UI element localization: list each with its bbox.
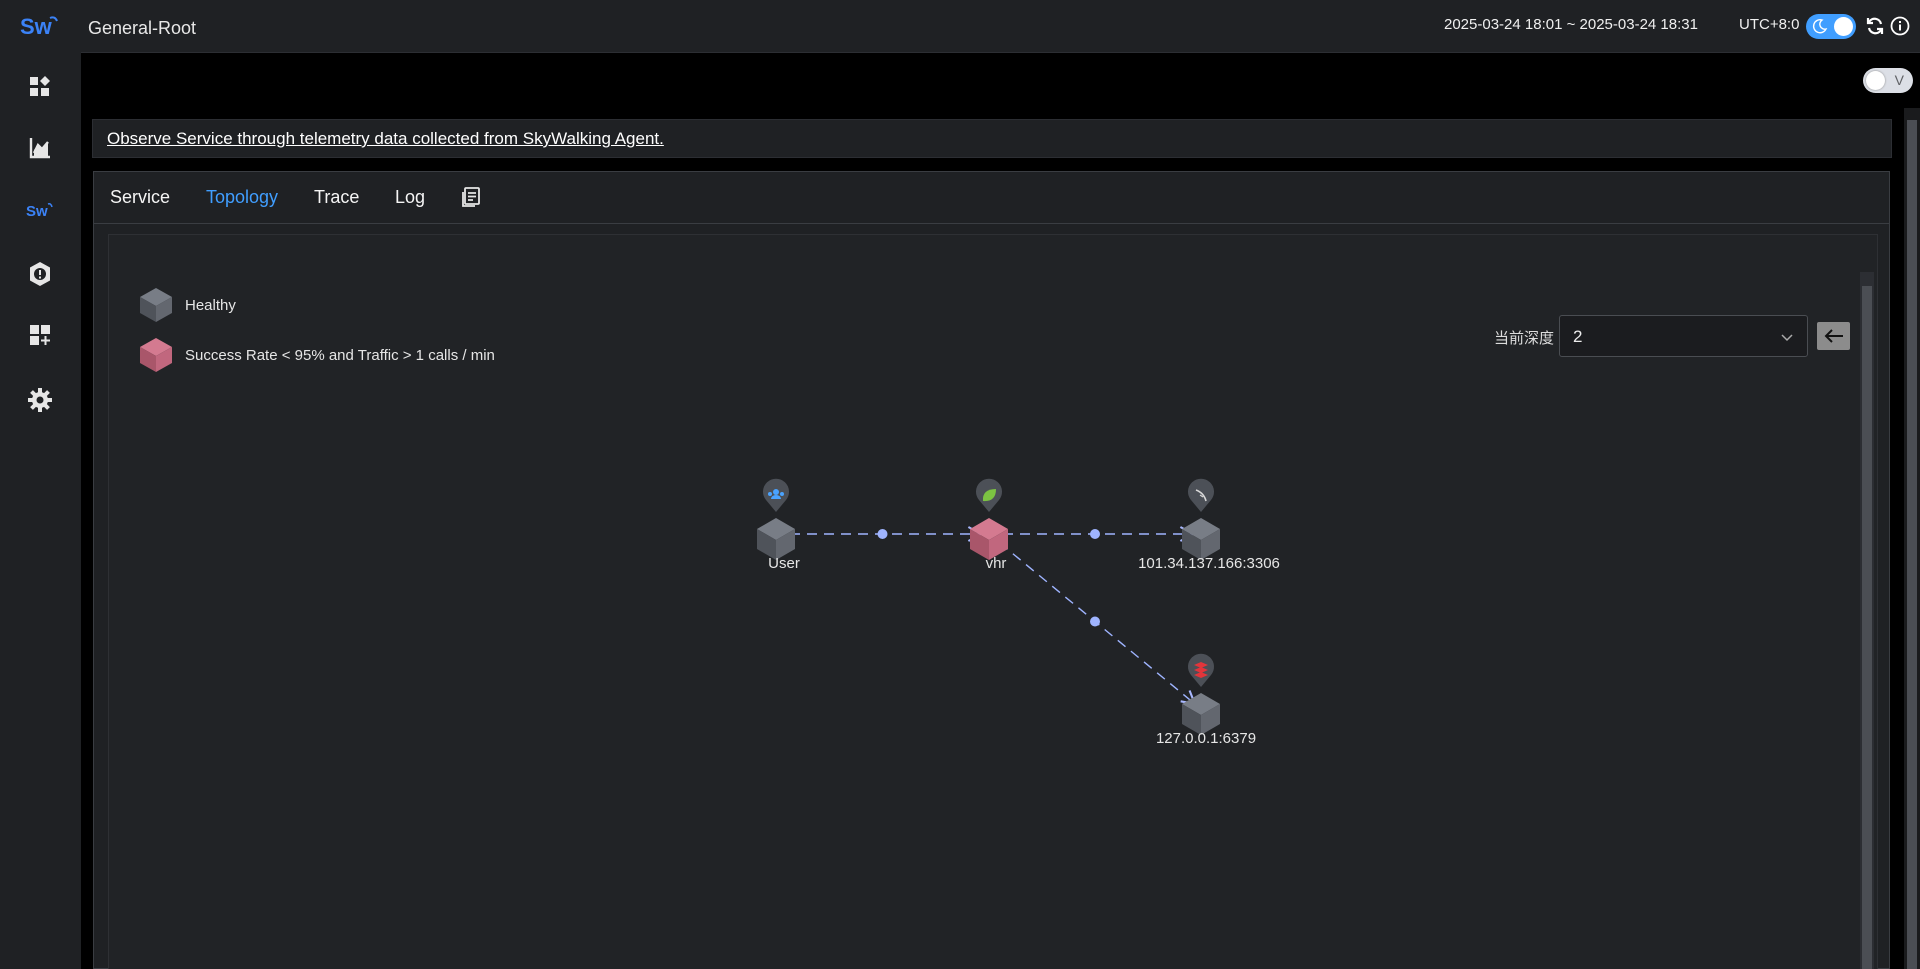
edge-midpoint-vhr-redis[interactable]: [1090, 616, 1100, 627]
sidebar-dashboard-icon[interactable]: [25, 72, 55, 102]
page-title: General-Root: [88, 18, 197, 38]
svg-text:Sw: Sw: [20, 14, 53, 39]
skywalking-logo[interactable]: Sw: [20, 12, 60, 42]
sidebar: Sw Sw: [0, 0, 81, 969]
mysql-dolphin-icon: [1188, 478, 1214, 512]
redis-icon: [1188, 653, 1214, 687]
page-scrollbar[interactable]: [1904, 108, 1920, 969]
top-header: General-Root 2025-03-24 18:01 ~ 2025-03-…: [81, 0, 1920, 53]
tab-bar: Service Topology Trace Log: [94, 172, 1889, 224]
main-panel: Service Topology Trace Log Healthy Succe…: [93, 171, 1890, 969]
topology-scrollbar-thumb[interactable]: [1862, 286, 1872, 969]
topology-canvas[interactable]: Healthy Success Rate < 95% and Traffic >…: [108, 234, 1878, 969]
tab-service[interactable]: Service: [110, 187, 170, 208]
theme-toggle[interactable]: [1806, 14, 1856, 39]
description-banner: Observe Service through telemetry data c…: [92, 119, 1892, 158]
v-toggle-label: V: [1894, 72, 1904, 88]
theme-toggle-knob: [1834, 17, 1853, 36]
sidebar-settings-icon[interactable]: [25, 385, 55, 415]
description-link[interactable]: Observe Service through telemetry data c…: [107, 129, 664, 149]
v-toggle[interactable]: V: [1863, 68, 1913, 93]
sidebar-alert-icon[interactable]: [25, 259, 55, 289]
tab-log[interactable]: Log: [395, 187, 425, 208]
sidebar-add-widget-icon[interactable]: [25, 320, 55, 350]
node-label-redis: 127.0.0.1:6379: [1156, 730, 1256, 747]
topology-scrollbar[interactable]: [1860, 272, 1874, 969]
info-icon[interactable]: [1890, 16, 1910, 41]
node-label-user: User: [768, 555, 800, 572]
edge-midpoint-vhr-mysql[interactable]: [1090, 529, 1100, 539]
node-user[interactable]: User: [757, 478, 800, 572]
sidebar-skywalking-icon[interactable]: Sw: [25, 196, 55, 226]
topology-graph: User vhr 101.34.137.166:3306 127.0.0.1:6379: [757, 478, 1280, 747]
user-icon: [763, 478, 789, 512]
edge-midpoint-user-vhr[interactable]: [877, 529, 888, 539]
moon-icon: [1812, 19, 1828, 34]
node-label-vhr: vhr: [986, 555, 1007, 572]
svg-text:Sw: Sw: [26, 203, 48, 220]
node-vhr[interactable]: vhr: [970, 478, 1008, 572]
copy-document-icon[interactable]: [460, 186, 482, 213]
node-mysql[interactable]: 101.34.137.166:3306: [1138, 478, 1280, 572]
tab-topology[interactable]: Topology: [206, 187, 278, 208]
timezone-label[interactable]: UTC+8:0: [1739, 16, 1799, 33]
toolbar: V: [81, 54, 1920, 108]
refresh-icon[interactable]: [1865, 16, 1885, 41]
node-redis[interactable]: 127.0.0.1:6379: [1156, 653, 1256, 747]
page-scrollbar-thumb[interactable]: [1907, 120, 1917, 969]
time-range-picker[interactable]: 2025-03-24 18:01 ~ 2025-03-24 18:31: [1444, 16, 1698, 33]
sidebar-metrics-icon[interactable]: [25, 133, 55, 163]
tab-trace[interactable]: Trace: [314, 187, 359, 208]
v-toggle-knob: [1866, 71, 1885, 90]
spring-leaf-icon: [975, 478, 1002, 512]
node-label-mysql: 101.34.137.166:3306: [1138, 555, 1280, 572]
